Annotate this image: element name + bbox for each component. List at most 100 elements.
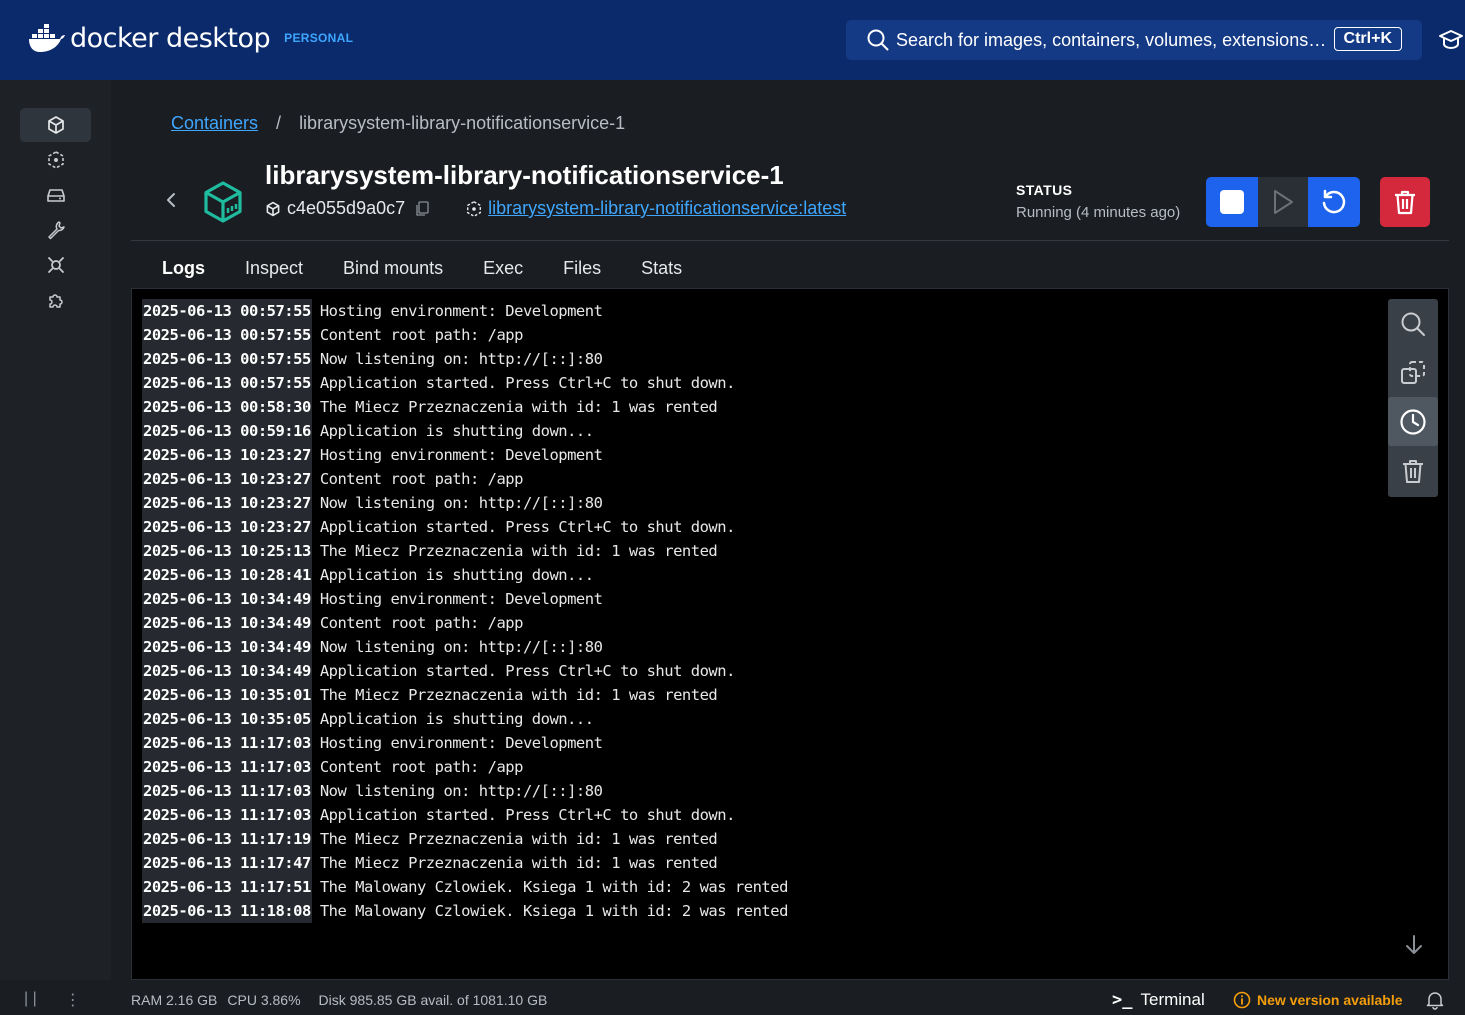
copy-logs-button[interactable] — [1388, 348, 1438, 397]
log-message: Application is shutting down... — [319, 422, 594, 440]
tab-inspect[interactable]: Inspect — [234, 252, 314, 289]
drive-icon — [46, 189, 65, 202]
copy-icon — [1401, 360, 1425, 384]
restart-icon — [1322, 189, 1346, 214]
tab-logs[interactable]: Logs — [151, 252, 216, 291]
copy-icon[interactable] — [415, 200, 429, 217]
container-id-icon — [266, 201, 280, 216]
new-version-notice[interactable]: New version available — [1233, 991, 1403, 1009]
log-line: 2025-06-13 00:59:16 Application is shutti… — [142, 419, 788, 443]
log-line: 2025-06-13 00:58:30 The Miecz Przeznaczen… — [142, 395, 788, 419]
log-line: 2025-06-13 10:35:05 Application is shutti… — [142, 707, 788, 731]
pause-icon[interactable]: | | — [24, 990, 37, 1010]
clear-logs-button[interactable] — [1388, 446, 1438, 495]
log-message: Content root path: /app — [319, 614, 524, 632]
log-timestamp: 2025-06-13 11:17:03 — [142, 731, 312, 755]
sidebar-item-extensions[interactable] — [20, 283, 91, 317]
log-timestamp: 2025-06-13 00:58:30 — [142, 395, 312, 419]
sidebar-item-scout[interactable] — [20, 248, 91, 282]
disk-usage: Disk 985.85 GB avail. of 1081.10 GB — [318, 992, 548, 1008]
status-label: STATUS — [1016, 182, 1073, 198]
trash-icon — [1395, 190, 1415, 215]
plan-badge: PERSONAL — [284, 31, 354, 45]
sidebar-item-builds[interactable] — [20, 213, 91, 247]
log-line: 2025-06-13 10:23:27 Now listening on: htt… — [142, 491, 788, 515]
log-timestamp: 2025-06-13 00:57:55 — [142, 371, 312, 395]
log-message: Hosting environment: Development — [319, 734, 603, 752]
trash-icon — [1403, 459, 1423, 483]
tab-files[interactable]: Files — [552, 252, 612, 289]
log-message: The Miecz Przeznaczenia with id: 1 was r… — [319, 830, 718, 848]
footer-controls: | | ⋮ — [24, 990, 81, 1010]
learning-center-icon[interactable] — [1438, 28, 1464, 52]
stop-icon — [1220, 190, 1244, 214]
cpu-usage: CPU 3.86% — [227, 992, 301, 1008]
image-icon — [467, 200, 482, 217]
delete-button[interactable] — [1380, 177, 1430, 227]
log-timestamp: 2025-06-13 11:17:03 — [142, 779, 312, 803]
sidebar-item-containers[interactable] — [20, 108, 91, 142]
log-line: 2025-06-13 11:17:47 The Miecz Przeznaczen… — [142, 851, 788, 875]
breadcrumb-separator: / — [276, 113, 282, 133]
terminal-button[interactable]: >_ Terminal — [1112, 990, 1205, 1010]
log-timestamp: 2025-06-13 10:34:49 — [142, 659, 312, 683]
clock-icon — [1400, 408, 1426, 435]
log-line: 2025-06-13 11:17:03 Now listening on: htt… — [142, 779, 788, 803]
tab-stats[interactable]: Stats — [630, 252, 693, 289]
search-placeholder: Search for images, containers, volumes, … — [896, 29, 1327, 50]
search-shortcut-badge: Ctrl+K — [1333, 27, 1402, 51]
log-timestamp: 2025-06-13 10:23:27 — [142, 467, 312, 491]
image-link[interactable]: librarysystem-library-notificationservic… — [488, 198, 846, 219]
container-id: c4e055d9a0c7 — [287, 198, 406, 218]
breadcrumb-current: librarysystem-library-notificationservic… — [299, 113, 626, 133]
image-layers-icon — [47, 151, 64, 169]
log-line: 2025-06-13 10:23:27 Application started. … — [142, 515, 788, 539]
arrow-down-icon[interactable] — [1402, 933, 1426, 957]
log-search-button[interactable] — [1388, 299, 1438, 348]
log-timestamp: 2025-06-13 00:57:55 — [142, 323, 312, 347]
restart-button[interactable] — [1308, 177, 1360, 227]
log-line: 2025-06-13 00:57:55 Content root path: /a… — [142, 323, 788, 347]
container-name: librarysystem-library-notificationservic… — [265, 160, 784, 190]
log-message: Application started. Press Ctrl+C to shu… — [319, 374, 736, 392]
sidebar-item-images[interactable] — [20, 143, 91, 177]
log-message: Content root path: /app — [319, 758, 524, 776]
bell-icon[interactable] — [1425, 990, 1445, 1010]
log-message: Content root path: /app — [319, 470, 524, 488]
main-content: Containers / librarysystem-library-notif… — [111, 80, 1465, 980]
docker-whale-icon — [29, 24, 65, 52]
log-message: Application started. Press Ctrl+C to shu… — [319, 518, 736, 536]
ram-usage: RAM 2.16 GB — [131, 992, 218, 1008]
toggle-timestamps-button[interactable] — [1388, 397, 1438, 446]
log-timestamp: 2025-06-13 10:23:27 — [142, 443, 312, 467]
log-list: 2025-06-13 00:57:55 Hosting environment: … — [142, 299, 788, 923]
play-icon — [1274, 190, 1293, 214]
log-message: The Miecz Przeznaczenia with id: 1 was r… — [319, 854, 718, 872]
log-timestamp: 2025-06-13 10:34:49 — [142, 635, 312, 659]
log-line: 2025-06-13 11:17:03 Content root path: /a… — [142, 755, 788, 779]
log-line: 2025-06-13 00:57:55 Application started. … — [142, 371, 788, 395]
log-message: Now listening on: http://[::]:80 — [319, 782, 603, 800]
global-search[interactable]: Search for images, containers, volumes, … — [846, 20, 1422, 60]
cube-icon — [47, 116, 64, 134]
logs-panel[interactable]: 2025-06-13 00:57:55 Hosting environment: … — [131, 288, 1449, 980]
sidebar-item-volumes[interactable] — [20, 178, 91, 212]
tab-bind-mounts[interactable]: Bind mounts — [332, 252, 454, 289]
back-chevron-icon[interactable] — [163, 190, 179, 210]
log-line: 2025-06-13 10:34:49 Now listening on: htt… — [142, 635, 788, 659]
log-message: Application is shutting down... — [319, 710, 594, 728]
tab-exec[interactable]: Exec — [472, 252, 534, 289]
terminal-icon: >_ — [1112, 990, 1133, 1010]
breadcrumb-containers-link[interactable]: Containers — [171, 113, 258, 134]
container-meta: c4e055d9a0c7 librarysystem-library-notif… — [265, 198, 846, 219]
log-line: 2025-06-13 11:18:08 The Malowany Czlowiek… — [142, 899, 788, 923]
more-menu-icon[interactable]: ⋮ — [65, 990, 81, 1010]
log-line: 2025-06-13 10:34:49 Application started. … — [142, 659, 788, 683]
search-icon — [867, 29, 889, 51]
wrench-icon — [47, 221, 65, 240]
new-version-label: New version available — [1257, 992, 1403, 1008]
log-message: Now listening on: http://[::]:80 — [319, 494, 603, 512]
stop-button[interactable] — [1206, 177, 1258, 227]
start-button[interactable] — [1258, 177, 1308, 227]
log-message: The Malowany Czlowiek. Ksiega 1 with id:… — [319, 902, 789, 920]
